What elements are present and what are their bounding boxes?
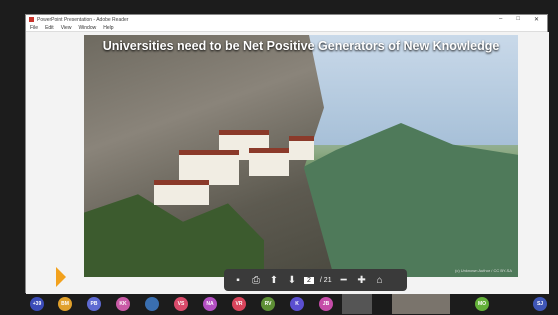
slide-title: Universities need to be Net Positive Gen… <box>102 39 500 53</box>
pdf-icon <box>29 17 34 22</box>
close-button[interactable]: ✕ <box>534 16 539 23</box>
image-credit: (c) Unknown Author / CC BY-SA <box>455 268 512 273</box>
participant-avatar[interactable]: MO <box>475 297 489 311</box>
previous-page-icon[interactable]: ⬆ <box>268 274 280 286</box>
menu-view[interactable]: View <box>61 25 72 31</box>
participant-avatar[interactable]: VR <box>232 297 246 311</box>
zoom-out-icon[interactable]: ━ <box>338 274 350 286</box>
participant-avatar[interactable]: BM <box>58 297 72 311</box>
window-title: PowerPoint Presentation - Adobe Reader <box>37 16 129 23</box>
menu-window[interactable]: Window <box>78 25 96 31</box>
monastery <box>149 130 319 205</box>
menu-file[interactable]: File <box>30 25 38 31</box>
participant-avatar[interactable]: K <box>290 297 304 311</box>
participant-video-tile[interactable] <box>342 294 372 314</box>
title-bar: PowerPoint Presentation - Adobe Reader –… <box>26 15 547 24</box>
participant-avatar[interactable]: SJ <box>533 297 547 311</box>
slide-image: Universities need to be Net Positive Gen… <box>84 35 518 277</box>
home-icon[interactable]: ⌂ <box>374 274 386 286</box>
adobe-reader-window: PowerPoint Presentation - Adobe Reader –… <box>25 14 549 294</box>
menu-help[interactable]: Help <box>103 25 113 31</box>
document-page: Universities need to be Net Positive Gen… <box>26 32 549 294</box>
menu-bar: File Edit View Window Help <box>26 24 547 32</box>
pdf-floating-toolbar: ▪ ⎙ ⬆ ⬇ 2 / 21 ━ ✚ ⌂ <box>224 269 407 291</box>
zoom-in-icon[interactable]: ✚ <box>356 274 368 286</box>
participant-avatar[interactable]: VS <box>174 297 188 311</box>
presentation-logo <box>56 267 66 287</box>
print-icon[interactable]: ⎙ <box>250 274 262 286</box>
minimize-button[interactable]: – <box>499 16 502 23</box>
total-pages: / 21 <box>319 276 332 284</box>
participant-strip: +39 BM PB KK VS NA VR RV K JB MO SJ <box>28 296 548 312</box>
participant-video-tile[interactable] <box>392 294 450 314</box>
screen: PowerPoint Presentation - Adobe Reader –… <box>0 0 558 315</box>
more-participants-badge[interactable]: +39 <box>30 297 44 311</box>
page-number-input[interactable]: 2 <box>304 276 314 284</box>
maximize-button[interactable]: □ <box>516 16 520 23</box>
save-icon[interactable]: ▪ <box>232 274 244 286</box>
participant-avatar-photo[interactable] <box>145 297 159 311</box>
participant-avatar[interactable]: RV <box>261 297 275 311</box>
participant-avatar[interactable]: PB <box>87 297 101 311</box>
next-page-icon[interactable]: ⬇ <box>286 274 298 286</box>
participant-avatar[interactable]: NA <box>203 297 217 311</box>
participant-avatar[interactable]: KK <box>116 297 130 311</box>
participant-avatar[interactable]: JB <box>319 297 333 311</box>
menu-edit[interactable]: Edit <box>45 25 54 31</box>
